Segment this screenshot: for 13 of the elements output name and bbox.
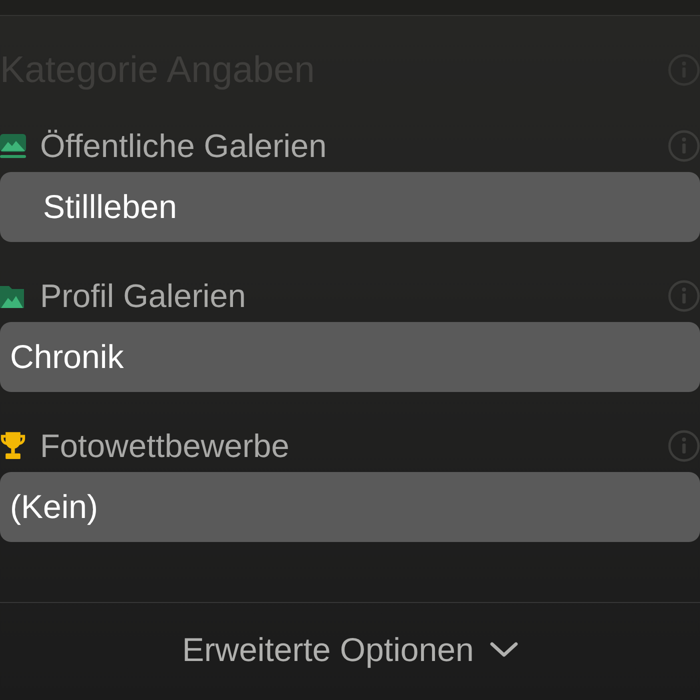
field-label: Öffentliche Galerien (40, 128, 327, 164)
field-label: Fotowettbewerbe (40, 428, 290, 464)
info-icon[interactable] (668, 130, 700, 162)
info-icon[interactable] (668, 280, 700, 312)
trophy-icon (0, 431, 26, 461)
field-label: Profil Galerien (40, 278, 246, 314)
landscape-picture-icon (0, 133, 26, 159)
advanced-options-button[interactable]: Erweiterte Optionen (176, 625, 524, 675)
select-field[interactable]: (Kein) (0, 472, 700, 542)
info-icon[interactable] (668, 430, 700, 462)
select-field[interactable]: Stillleben (0, 172, 700, 242)
select-field[interactable]: Chronik (0, 322, 700, 392)
folder-icon (0, 283, 24, 309)
